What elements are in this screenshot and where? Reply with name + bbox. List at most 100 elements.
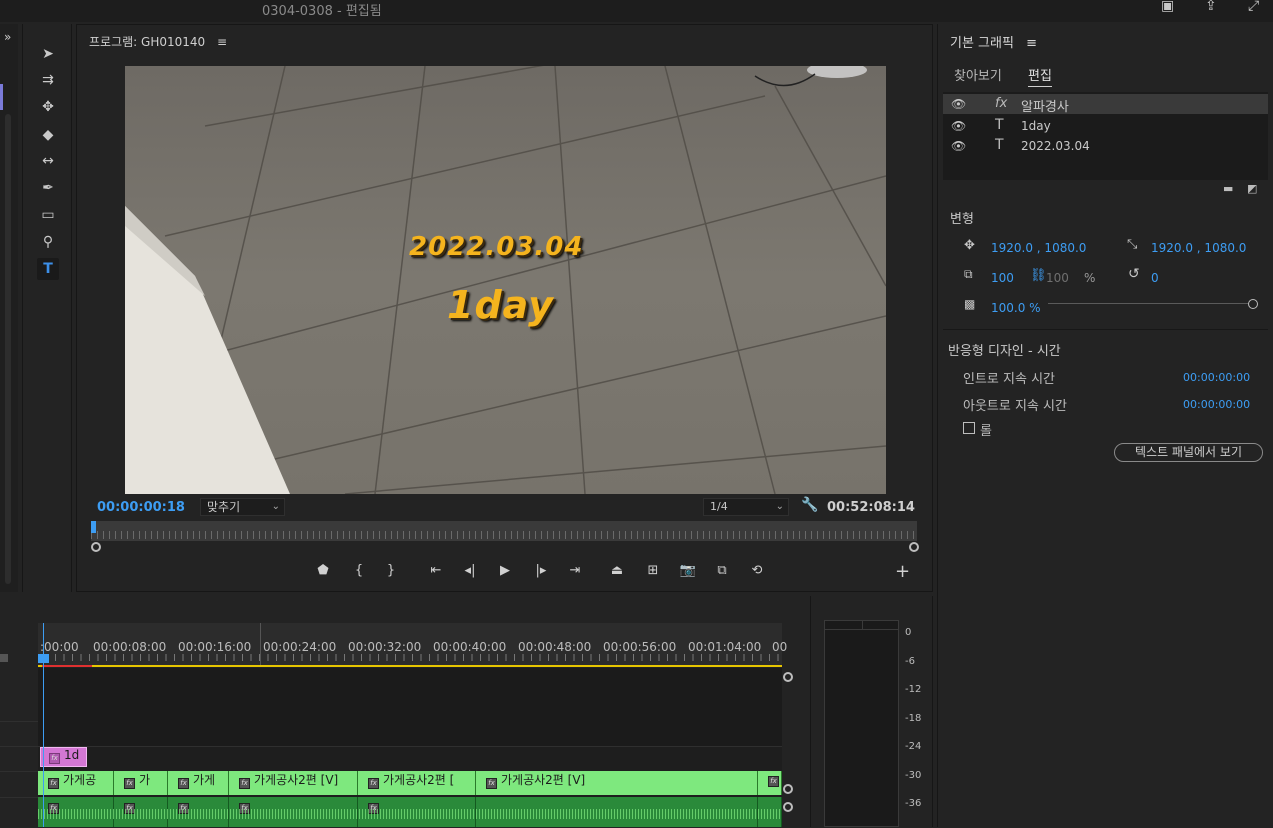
expand-panels-icon[interactable]: » (4, 30, 11, 44)
pen-tool-icon[interactable]: ✒ (37, 177, 59, 199)
razor-tool-icon[interactable]: ◆ (37, 124, 59, 146)
eye-icon[interactable]: 👁 (951, 119, 966, 133)
timeline-vertical-scrollbar[interactable] (783, 668, 795, 828)
video-clip[interactable]: fx 가게공 (38, 771, 114, 795)
window-title: 0304-0308 - 편집됨 (262, 4, 382, 19)
comparison-view-icon[interactable]: ⧉ (711, 563, 733, 578)
rotation-value[interactable]: 0 (1151, 271, 1159, 285)
ruler-label: 00:01:04:00 (688, 640, 762, 654)
export-icon[interactable]: ⇪ (1205, 0, 1217, 14)
new-group-folder-icon[interactable]: ▬ (1223, 182, 1233, 195)
video-clip-label: 가게공사2편 [V] (501, 773, 586, 787)
essential-graphics-title-text: 기본 그래픽 (950, 36, 1014, 51)
eye-icon[interactable]: 👁 (951, 139, 966, 153)
tab-edit[interactable]: 편집 (1028, 65, 1052, 87)
opacity-value[interactable]: 100.0 % (991, 301, 1041, 315)
fx-badge-icon: fx (49, 753, 60, 764)
roll-label: 롤 (980, 424, 992, 439)
mark-out-icon[interactable]: } (380, 563, 402, 578)
ruler-label: :00:00 (40, 640, 79, 654)
playback-resolution-select[interactable]: 1/4 ⌄ (703, 498, 789, 516)
step-back-icon[interactable]: ◂| (459, 563, 481, 578)
scale-value[interactable]: 100 (991, 271, 1014, 285)
show-in-text-panel-button[interactable]: 텍스트 패널에서 보기 (1114, 443, 1263, 462)
meter-label: -12 (905, 684, 922, 695)
track-select-tool-icon[interactable]: ⇉ (37, 69, 59, 91)
video-clip[interactable]: fx 가게공사2편 [V] (476, 771, 758, 795)
rectangle-tool-icon[interactable]: ▭ (37, 204, 59, 226)
zoom-fit-select[interactable]: 맞추기 ⌄ (200, 498, 285, 516)
export-frame-icon[interactable]: 📷 (677, 563, 699, 578)
video-clip[interactable]: fx (758, 771, 782, 795)
opacity-slider-handle[interactable] (1248, 299, 1258, 309)
layer-item[interactable]: 👁 fx 알파경사 (943, 94, 1268, 115)
overlay-date-text: 2022.03.04 (409, 232, 584, 262)
extract-icon[interactable]: ⊞ (642, 563, 664, 578)
layer-item[interactable]: 👁 T 1day (943, 116, 1268, 136)
zoom-start-handle[interactable] (91, 542, 101, 552)
duration-timecode: 00:52:08:14 (827, 500, 915, 515)
video-clip[interactable]: fx 가게공사2편 [V] (229, 771, 358, 795)
step-forward-icon[interactable]: |▸ (530, 563, 552, 578)
layer-item[interactable]: 👁 T 2022.03.04 (943, 136, 1268, 156)
snap-icon[interactable] (0, 654, 8, 662)
meter-label: -30 (905, 770, 922, 781)
meter-label: -36 (905, 798, 922, 809)
graphic-clip[interactable]: fx 1d (40, 747, 87, 767)
play-icon[interactable]: ▶ (494, 563, 516, 578)
meter-channel-divider (862, 621, 863, 630)
tab-browse[interactable]: 찾아보기 (954, 65, 1002, 84)
fx-badge-icon: fx (368, 778, 379, 789)
go-to-in-icon[interactable]: ⇤ (425, 563, 447, 578)
settings-wrench-icon[interactable]: 🔧 (801, 497, 818, 513)
video-clip[interactable]: fx 가게공사2편 [ (358, 771, 476, 795)
type-tool-icon[interactable]: T (37, 258, 59, 280)
scroll-handle-audio[interactable] (783, 802, 793, 812)
zoom-end-handle[interactable] (909, 542, 919, 552)
toggle-proxies-icon[interactable]: ⟲ (746, 563, 768, 578)
playhead-handle[interactable] (38, 654, 49, 663)
lift-icon[interactable]: ⏏ (606, 563, 628, 578)
monitor-playhead[interactable] (91, 521, 96, 533)
roll-checkbox[interactable] (963, 422, 975, 434)
scale-linked-value: 100 (1046, 271, 1069, 285)
outro-duration-value[interactable]: 00:00:00:00 (1183, 398, 1250, 411)
ripple-edit-tool-icon[interactable]: ✥ (37, 96, 59, 118)
slip-tool-icon[interactable]: ↔ (37, 150, 59, 172)
position-value[interactable]: 1920.0 , 1080.0 (991, 241, 1086, 255)
intro-duration-value[interactable]: 00:00:00:00 (1183, 371, 1250, 384)
add-marker-icon[interactable]: ⬟ (312, 563, 334, 578)
go-to-out-icon[interactable]: ⇥ (564, 563, 586, 578)
strip-scrollbar[interactable] (5, 114, 11, 584)
scroll-handle-top[interactable] (783, 672, 793, 682)
resolution-value: 1/4 (710, 500, 728, 513)
graphic-layers-list: 👁 fx 알파경사 👁 T 1day 👁 T 2022.03.04 (943, 92, 1268, 180)
fx-badge-icon: fx (486, 778, 497, 789)
video-clip[interactable]: fx 가 (114, 771, 168, 795)
graphic-clip-label: 1d (64, 748, 80, 762)
new-layer-icon[interactable]: ◩ (1247, 182, 1257, 195)
scrub-ticks (91, 531, 917, 539)
essential-graphics-panel: 기본 그래픽 ≡ 찾아보기 편집 👁 fx 알파경사 👁 T 1day 👁 T … (937, 24, 1273, 827)
mark-in-icon[interactable]: { (348, 563, 370, 578)
workspace-icon[interactable]: ▣ (1161, 0, 1174, 14)
ruler-label: 00:00:08:00 (93, 640, 167, 654)
work-area-bar[interactable] (38, 665, 782, 667)
video-frame[interactable]: 2022.03.04 1day (125, 66, 886, 494)
button-editor-icon[interactable]: + (895, 561, 910, 582)
fullscreen-icon[interactable]: ⤢ (1248, 0, 1259, 14)
text-icon: T (995, 137, 1004, 153)
empty-track-area[interactable] (38, 668, 782, 746)
anchor-value[interactable]: 1920.0 , 1080.0 (1151, 241, 1246, 255)
video-clip[interactable]: fx 가게 (168, 771, 229, 795)
scroll-handle-bottom[interactable] (783, 784, 793, 794)
link-scale-icon[interactable]: ⛓ (1030, 268, 1047, 283)
zoom-tool-icon[interactable]: ⚲ (37, 231, 59, 253)
transform-section-title: 변형 (950, 212, 974, 227)
panel-menu-icon[interactable]: ≡ (217, 35, 227, 49)
current-timecode[interactable]: 00:00:00:18 (97, 500, 185, 515)
eye-icon[interactable]: 👁 (951, 97, 966, 111)
selection-tool-icon[interactable]: ➤ (37, 43, 59, 65)
opacity-slider[interactable] (1048, 303, 1250, 304)
panel-menu-icon[interactable]: ≡ (1026, 36, 1037, 51)
